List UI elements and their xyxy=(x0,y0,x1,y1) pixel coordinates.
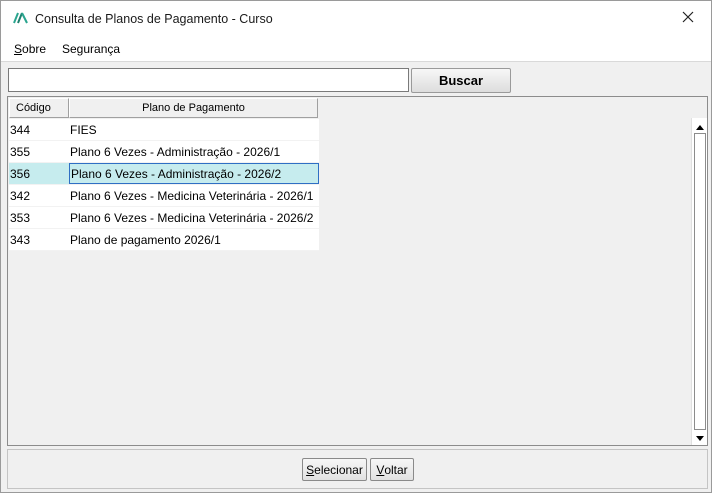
cell-code: 355 xyxy=(10,144,31,159)
cell-plan: FIES xyxy=(70,122,97,137)
title-bar[interactable]: Consulta de Planos de Pagamento - Curso xyxy=(1,1,711,36)
grid-header: Código Plano de Pagamento xyxy=(9,98,318,118)
scroll-up-button[interactable] xyxy=(694,120,706,132)
scroll-down-button[interactable] xyxy=(694,431,706,443)
dialog-window: Consulta de Planos de Pagamento - Curso … xyxy=(0,0,712,493)
cell-plan: Plano 6 Vezes - Administração - 2026/2 xyxy=(69,163,319,184)
table-row[interactable]: 353 Plano 6 Vezes - Medicina Veterinária… xyxy=(9,207,319,229)
search-button[interactable]: Buscar xyxy=(411,68,511,93)
button-panel: Selecionar Voltar xyxy=(7,449,708,489)
vertical-scrollbar[interactable] xyxy=(691,118,707,445)
grid-rows: 344 FIES 355 Plano 6 Vezes - Administraç… xyxy=(9,119,319,251)
table-row[interactable]: 344 FIES xyxy=(9,119,319,141)
cell-code: 356 xyxy=(10,166,31,181)
cell-plan: Plano de pagamento 2026/1 xyxy=(70,232,221,247)
cell-plan: Plano 6 Vezes - Medicina Veterinária - 2… xyxy=(70,210,314,225)
cell-code: 353 xyxy=(10,210,31,225)
menu-seguranca-label-start: Seg xyxy=(62,42,84,56)
cell-code: 342 xyxy=(10,188,31,203)
table-row[interactable]: 342 Plano 6 Vezes - Medicina Veterinária… xyxy=(9,185,319,207)
menu-sobre-mnemonic: S xyxy=(14,42,23,56)
cell-plan: Plano 6 Vezes - Medicina Veterinária - 2… xyxy=(70,188,314,203)
back-button[interactable]: Voltar xyxy=(370,458,414,481)
menu-sobre[interactable]: Sobre xyxy=(14,42,46,56)
table-row[interactable]: 355 Plano 6 Vezes - Administração - 2026… xyxy=(9,141,319,163)
cell-code: 343 xyxy=(10,232,31,247)
back-label: oltar xyxy=(384,462,408,477)
app-logo-icon xyxy=(13,10,29,26)
menu-seguranca[interactable]: Segurança xyxy=(62,42,120,56)
menu-bar: Sobre Segurança xyxy=(1,36,711,62)
scroll-track[interactable] xyxy=(694,133,706,430)
search-input[interactable] xyxy=(8,68,409,92)
results-grid: Código Plano de Pagamento 344 FIES 355 P… xyxy=(7,96,708,446)
close-icon xyxy=(682,11,694,26)
select-mnemonic: S xyxy=(306,462,315,477)
select-label: elecionar xyxy=(314,462,363,477)
arrow-down-icon xyxy=(696,430,704,444)
cell-code: 344 xyxy=(10,122,31,137)
back-mnemonic: V xyxy=(376,462,385,477)
close-button[interactable] xyxy=(665,1,711,36)
menu-sobre-label: obre xyxy=(22,42,47,56)
column-header-plano[interactable]: Plano de Pagamento xyxy=(69,98,318,118)
column-header-codigo[interactable]: Código xyxy=(9,98,69,118)
menu-seguranca-label-end: urança xyxy=(83,42,121,56)
arrow-up-icon xyxy=(696,119,704,133)
table-row[interactable]: 343 Plano de pagamento 2026/1 xyxy=(9,229,319,251)
window-title: Consulta de Planos de Pagamento - Curso xyxy=(35,12,273,26)
select-button[interactable]: Selecionar xyxy=(302,458,367,481)
cell-plan: Plano 6 Vezes - Administração - 2026/1 xyxy=(70,144,281,159)
table-row-selected[interactable]: 356 Plano 6 Vezes - Administração - 2026… xyxy=(9,163,319,185)
